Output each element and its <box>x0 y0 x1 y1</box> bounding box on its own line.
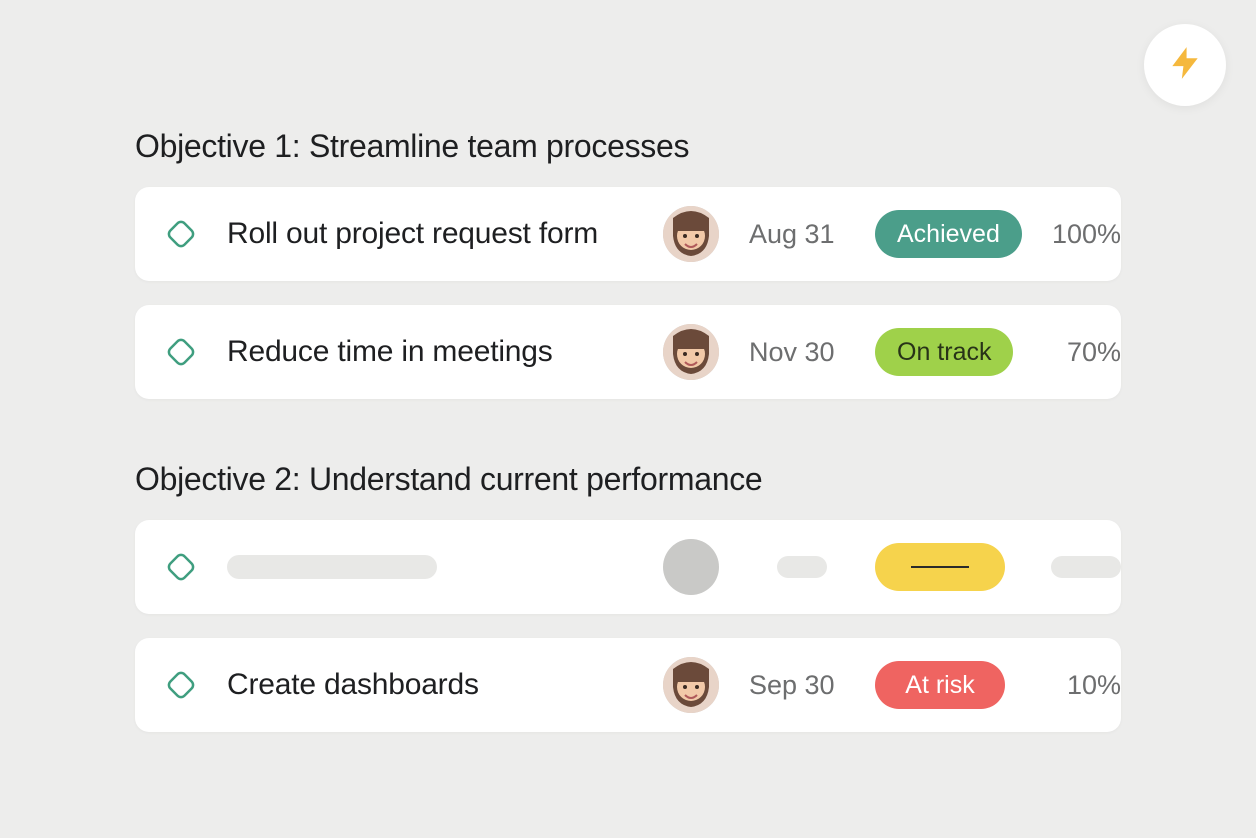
status-badge[interactable]: Achieved <box>875 210 1022 258</box>
placeholder-status-line <box>911 566 969 568</box>
due-date: Aug 31 <box>749 219 855 250</box>
placeholder-avatar <box>663 539 719 595</box>
assignee-avatar[interactable] <box>663 206 719 262</box>
lightning-badge[interactable] <box>1144 24 1226 106</box>
objective-group: Objective 1: Streamline team processes R… <box>135 128 1121 399</box>
diamond-icon[interactable] <box>161 214 201 254</box>
objective-group: Objective 2: Understand current performa… <box>135 461 1121 732</box>
task-name: Create dashboards <box>227 668 643 702</box>
assignee-avatar[interactable] <box>663 657 719 713</box>
diamond-icon[interactable] <box>161 332 201 372</box>
task-row[interactable]: Roll out project request form Aug 31 Ach… <box>135 187 1121 281</box>
status-badge[interactable]: At risk <box>875 661 1005 709</box>
task-row[interactable]: Reduce time in meetings Nov 30 On track … <box>135 305 1121 399</box>
due-date: Nov 30 <box>749 337 855 368</box>
task-row-placeholder[interactable] <box>135 520 1121 614</box>
diamond-icon[interactable] <box>161 547 201 587</box>
progress-value: 70% <box>1043 337 1121 368</box>
placeholder-date <box>777 556 827 578</box>
diamond-icon[interactable] <box>161 665 201 705</box>
task-row[interactable]: Create dashboards Sep 30 At risk 10% <box>135 638 1121 732</box>
placeholder-name <box>227 555 437 579</box>
progress-value: 10% <box>1043 670 1121 701</box>
objective-title: Objective 2: Understand current performa… <box>135 461 1121 498</box>
objectives-container: Objective 1: Streamline team processes R… <box>0 0 1256 732</box>
due-date: Sep 30 <box>749 670 855 701</box>
objective-title: Objective 1: Streamline team processes <box>135 128 1121 165</box>
placeholder-progress <box>1051 556 1121 578</box>
lightning-icon <box>1166 44 1204 87</box>
placeholder-status <box>875 543 1005 591</box>
task-name: Roll out project request form <box>227 217 643 251</box>
assignee-avatar[interactable] <box>663 324 719 380</box>
task-name: Reduce time in meetings <box>227 335 643 369</box>
status-badge[interactable]: On track <box>875 328 1013 376</box>
progress-value: 100% <box>1043 219 1121 250</box>
